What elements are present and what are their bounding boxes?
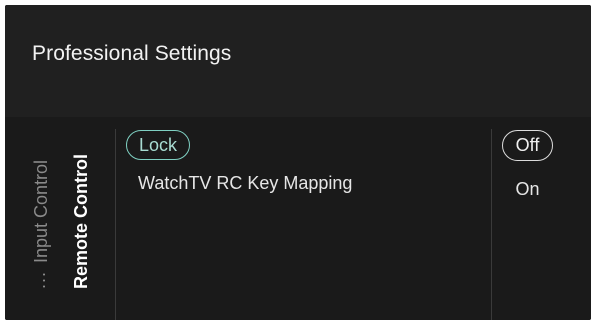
column-divider-left xyxy=(115,129,116,320)
menu-item-lock[interactable]: Lock xyxy=(126,130,191,160)
header-bar: Professional Settings xyxy=(5,5,591,117)
side-nav: ... Input Control Remote Control xyxy=(5,117,115,320)
tv-settings-screen: Professional Settings ... Input Control … xyxy=(5,5,591,320)
menu-item-watchtv-rc-key-mapping[interactable]: WatchTV RC Key Mapping xyxy=(138,173,352,194)
page-title: Professional Settings xyxy=(32,42,232,65)
nav-item-input-control[interactable]: Input Control xyxy=(31,160,52,263)
nav-item-remote-control[interactable]: Remote Control xyxy=(71,154,92,289)
settings-body: ... Input Control Remote Control Lock Wa… xyxy=(5,117,591,320)
option-off[interactable]: Off xyxy=(502,130,553,161)
option-on[interactable]: On xyxy=(502,179,553,200)
more-items-indicator[interactable]: ... xyxy=(29,271,50,289)
column-divider-right xyxy=(491,129,492,320)
